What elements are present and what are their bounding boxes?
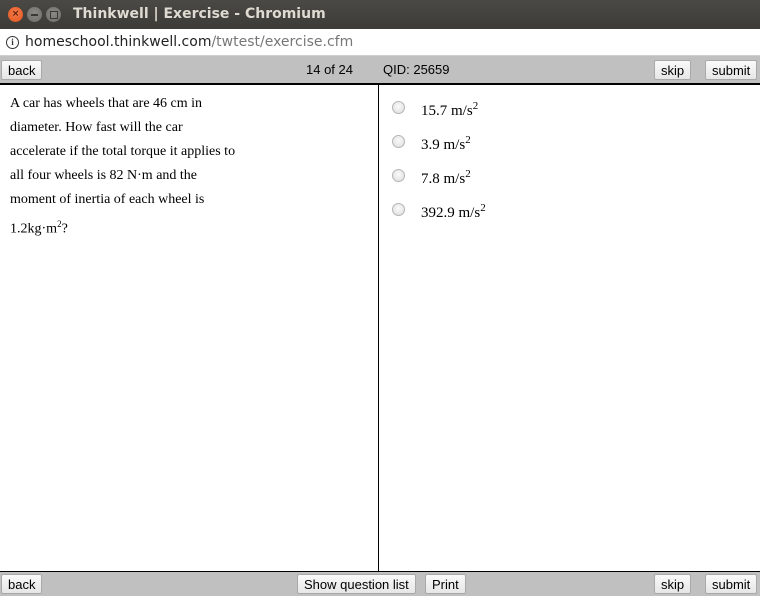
maximize-icon[interactable] (46, 7, 61, 22)
radio-button[interactable] (392, 134, 405, 148)
answer-value: 7.8 m/s (421, 171, 466, 187)
question-line: accelerate if the total torque it applie… (10, 144, 236, 159)
answer-option[interactable]: 3.9 m/s2 (392, 127, 486, 161)
close-icon[interactable]: × (8, 7, 23, 22)
skip-button-bottom[interactable]: skip (654, 574, 692, 594)
answer-exponent: 2 (472, 100, 479, 112)
answer-value: 3.9 m/s (421, 137, 466, 153)
question-mark: ? (61, 221, 68, 237)
question-id: QID: 25659 (383, 62, 450, 77)
window-title: Thinkwell | Exercise - Chromium (73, 6, 326, 22)
top-toolbar: back 14 of 24 QID: 25659 skip submit (0, 56, 760, 85)
minimize-icon[interactable] (27, 7, 42, 22)
question-pane: A car has wheels that are 46 cm in diame… (0, 85, 379, 571)
back-button-bottom[interactable]: back (1, 574, 43, 594)
question-progress: 14 of 24 (306, 62, 353, 77)
question-line-text: 1.2kg·m (10, 221, 58, 237)
question-line: moment of inertia of each wheel is (10, 192, 205, 207)
answer-label[interactable]: 7.8 m/s2 (421, 168, 471, 188)
show-question-list-button[interactable]: Show question list (297, 574, 416, 594)
answer-list: 15.7 m/s2 3.9 m/s2 7.8 m/s2 392.9 m/s2 (392, 93, 486, 229)
answer-label[interactable]: 3.9 m/s2 (421, 134, 471, 154)
url-path: /twtest/exercise.cfm (211, 34, 354, 50)
answer-label[interactable]: 392.9 m/s2 (421, 202, 486, 222)
question-line: all four wheels is 82 N·m and the (10, 168, 198, 183)
answer-pane: 15.7 m/s2 3.9 m/s2 7.8 m/s2 392.9 m/s2 (380, 85, 760, 571)
answer-option[interactable]: 15.7 m/s2 (392, 93, 486, 127)
question-line: diameter. How fast will the car (10, 120, 183, 135)
print-button[interactable]: Print (425, 574, 466, 594)
answer-value: 392.9 m/s (421, 205, 481, 221)
answer-label[interactable]: 15.7 m/s2 (421, 100, 478, 120)
info-icon[interactable]: i (6, 35, 19, 49)
bottom-toolbar: back Show question list Print skip submi… (0, 571, 760, 596)
answer-option[interactable]: 7.8 m/s2 (392, 161, 486, 195)
radio-button[interactable] (392, 168, 405, 182)
radio-button[interactable] (392, 202, 405, 216)
submit-button[interactable]: submit (705, 60, 758, 80)
submit-button-bottom[interactable]: submit (705, 574, 758, 594)
question-line: 1.2kg·m2? (10, 212, 272, 242)
url-host: homeschool.thinkwell.com (25, 34, 212, 50)
answer-option[interactable]: 392.9 m/s2 (392, 195, 486, 229)
answer-value: 15.7 m/s (421, 103, 473, 119)
question-text: A car has wheels that are 46 cm in diame… (10, 92, 272, 242)
question-line: A car has wheels that are 46 cm in (10, 96, 203, 111)
answer-exponent: 2 (465, 168, 471, 180)
radio-button[interactable] (392, 100, 405, 114)
window-titlebar: × Thinkwell | Exercise - Chromium (0, 0, 760, 29)
address-bar[interactable]: i homeschool.thinkwell.com /twtest/exerc… (0, 29, 760, 56)
answer-exponent: 2 (465, 134, 471, 146)
answer-exponent: 2 (480, 202, 486, 214)
back-button[interactable]: back (1, 60, 43, 80)
skip-button[interactable]: skip (654, 60, 692, 80)
